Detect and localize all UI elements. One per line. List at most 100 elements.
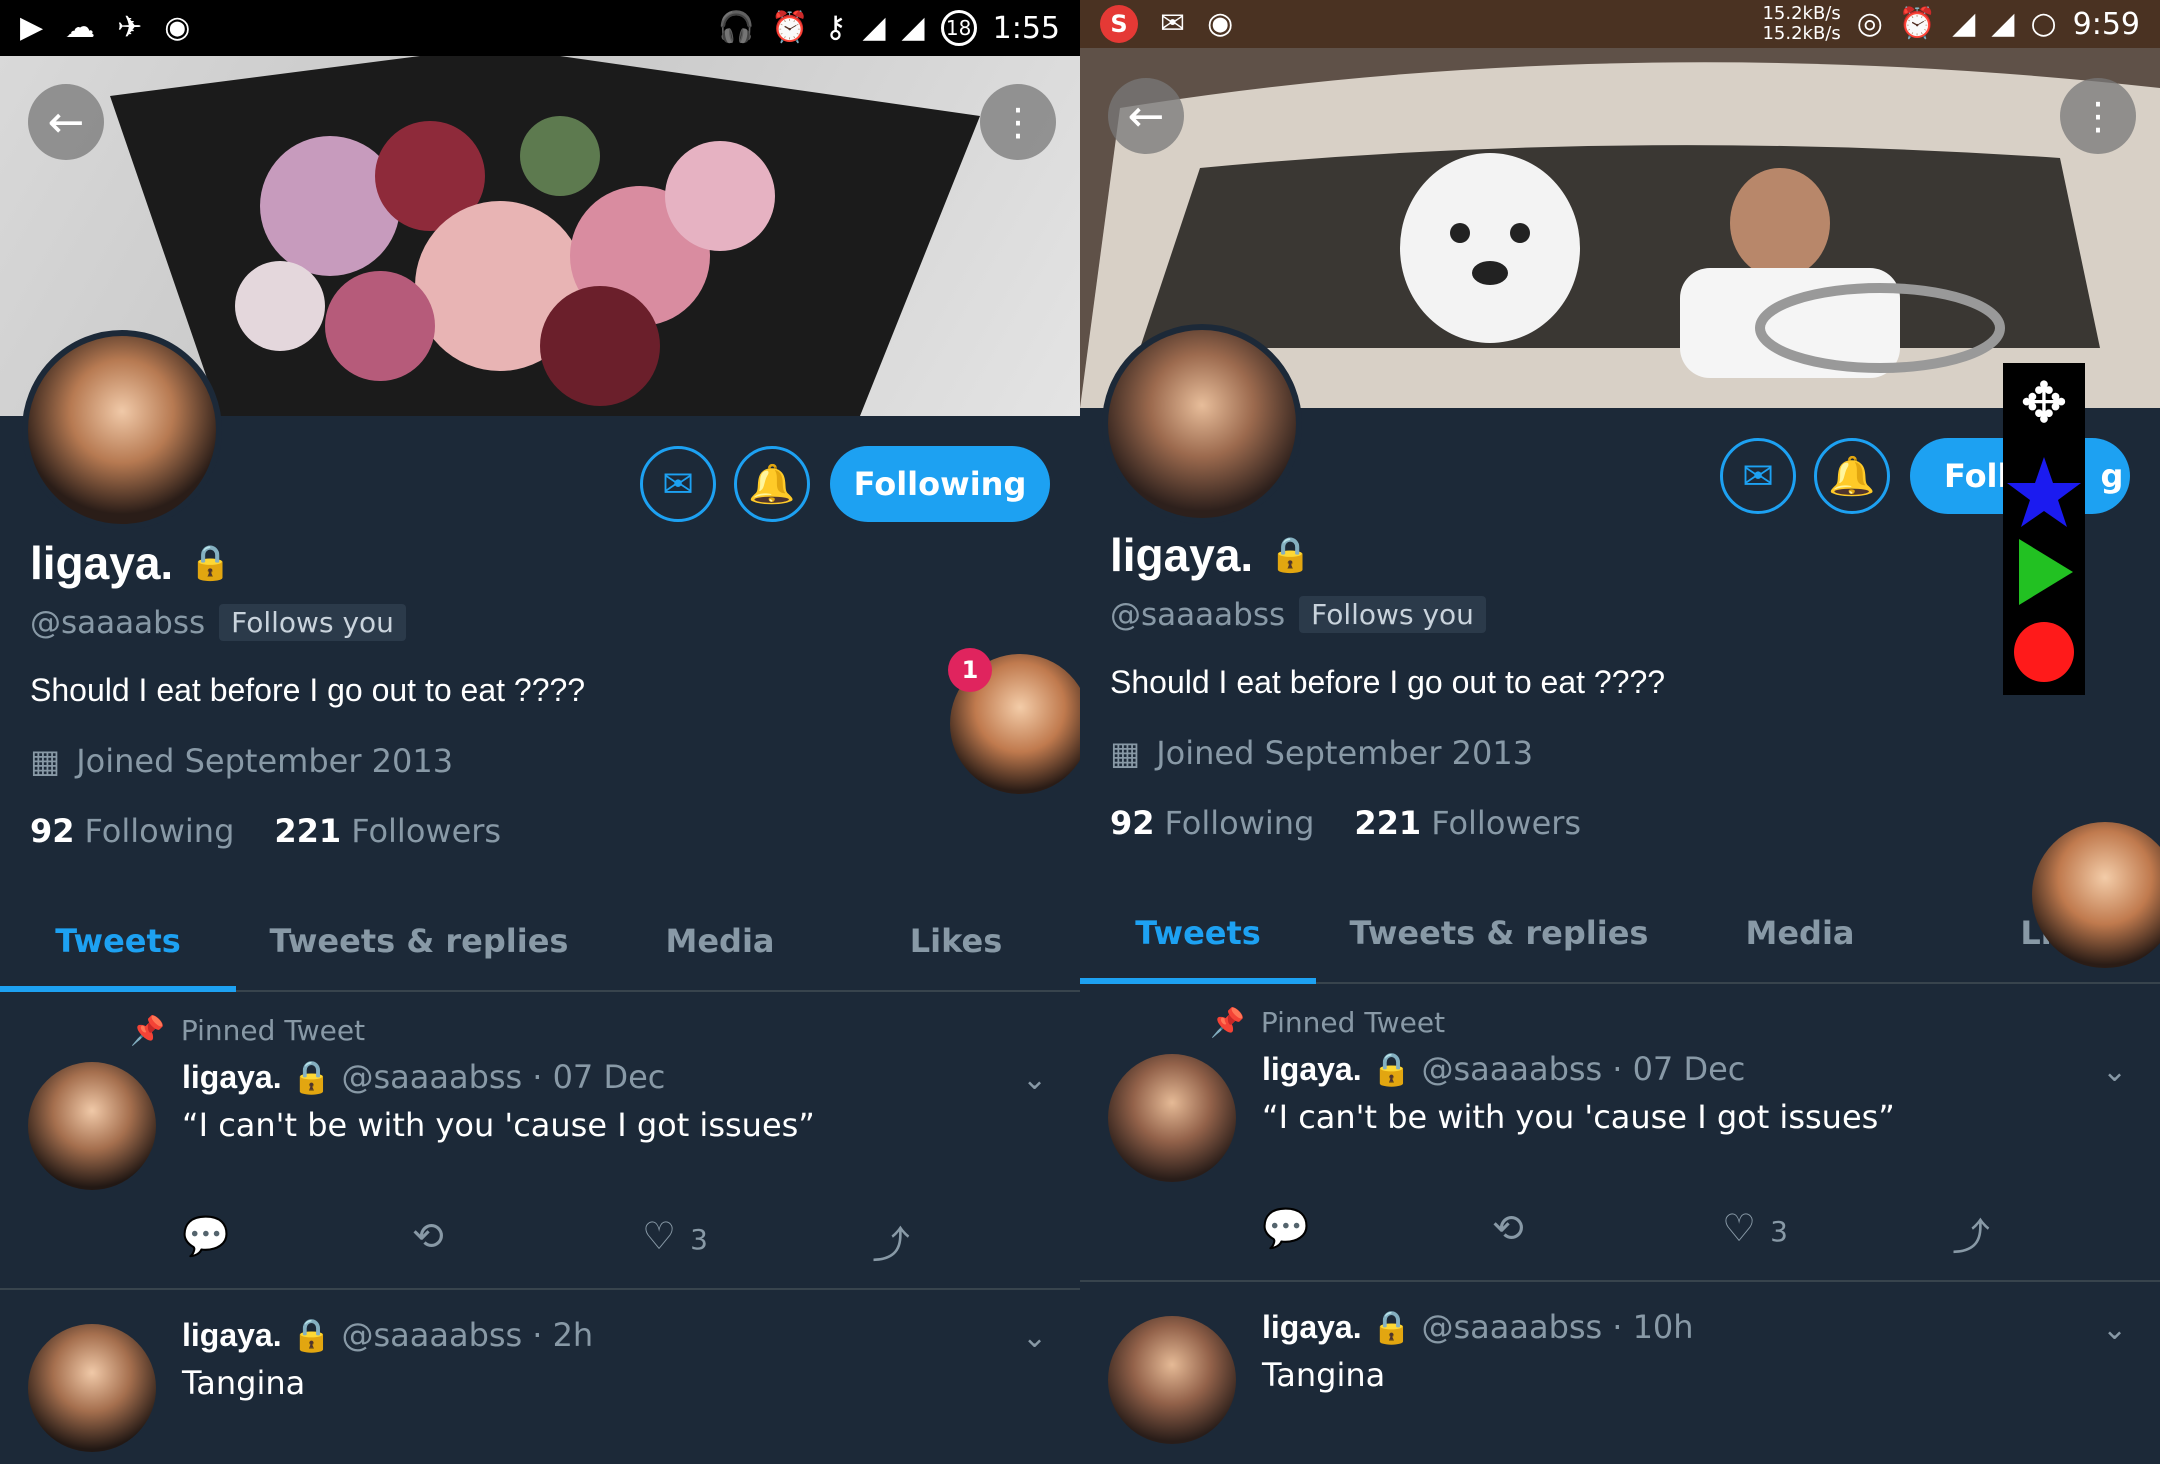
retweet-icon[interactable]: ⟲ (1492, 1206, 1722, 1261)
retweet-icon[interactable]: ⟲ (412, 1214, 642, 1269)
tweet-text: “I can't be with you 'cause I got issues… (182, 1106, 815, 1144)
tweet[interactable]: ligaya. 🔒 @saaaabss · 2h ⌄ Tangina (0, 1290, 1080, 1464)
message-button[interactable]: ✉ (640, 446, 716, 522)
tweet-pinned[interactable]: 📌 Pinned Tweet ligaya. 🔒 @saaaabss · 07 … (0, 994, 1080, 1290)
chevron-down-icon[interactable]: ⌄ (1022, 1320, 1047, 1355)
notifications-button[interactable]: 🔔 (734, 446, 810, 522)
tweet-header: ligaya. 🔒 @saaaabss · 10h (1262, 1308, 1694, 1346)
tweet-avatar[interactable] (28, 1324, 156, 1452)
pinned-label: 📌 Pinned Tweet (1210, 1006, 1446, 1039)
calendar-icon: ▦ (1110, 734, 1141, 772)
key-icon: ⚷ (824, 10, 847, 45)
clock: 9:59 (2072, 6, 2140, 42)
profile-handle-row: @saaaabss Follows you (30, 604, 406, 641)
share-icon[interactable]: ⤴ (872, 1214, 910, 1269)
reply-icon[interactable]: 💬 (182, 1214, 412, 1269)
profile-bio: Should I eat before I go out to eat ???? (30, 672, 586, 708)
profile-handle-row: @saaaabss Follows you (1110, 596, 1486, 633)
back-button[interactable]: ← (1108, 78, 1184, 154)
more-options-button[interactable]: ⋮ (980, 84, 1056, 160)
tweet-header: ligaya. 🔒 @saaaabss · 07 Dec (182, 1058, 666, 1096)
lock-icon: 🔒 (1371, 1308, 1412, 1346)
follows-you-badge: Follows you (1299, 596, 1486, 633)
move-handle-icon[interactable]: ✥ (2003, 371, 2085, 436)
reply-icon[interactable]: 💬 (1262, 1206, 1492, 1261)
play-icon[interactable] (2003, 531, 2085, 613)
followers-count[interactable]: 221 Followers (274, 812, 501, 850)
following-count[interactable]: 92 Following (30, 812, 234, 850)
back-button[interactable]: ← (28, 84, 104, 160)
followers-count[interactable]: 221 Followers (1354, 804, 1581, 842)
notifications-button[interactable]: 🔔 (1814, 438, 1890, 514)
left-screenshot: ▶ ☁ ✈ ◉ 🎧 ⏰ ⚷ ◢ ◢ 18 1:55 ← ⋮ ✉ 🔔 Follow… (0, 0, 1080, 1464)
tab-media[interactable]: Media (1682, 884, 1918, 982)
like-icon[interactable]: ♡ 3 (642, 1214, 872, 1269)
share-icon[interactable]: ⤴ (1952, 1206, 1990, 1261)
app-s-icon: S (1100, 5, 1138, 43)
tweet-avatar[interactable] (1108, 1054, 1236, 1182)
headphones-icon: 🎧 (717, 10, 756, 45)
pinned-label: 📌 Pinned Tweet (130, 1014, 366, 1047)
rocket-icon: ✈ (117, 10, 143, 45)
tab-tweets-replies[interactable]: Tweets & replies (236, 892, 602, 990)
battery-indicator: 18 (940, 10, 977, 46)
tab-tweets[interactable]: Tweets (1080, 884, 1316, 984)
joined-date: ▦ Joined September 2013 (1110, 734, 1534, 772)
alarm-icon: ⏰ (1898, 6, 1937, 41)
tweet-actions: 💬 ⟲ ♡ 3 ⤴ (1262, 1206, 1990, 1261)
chat-head-badge: 1 (948, 648, 992, 692)
lock-icon: 🔒 (291, 1058, 332, 1096)
battery-ring-icon: ○ (2030, 6, 2057, 41)
hotspot-icon: ◎ (1856, 6, 1883, 41)
profile-avatar[interactable] (22, 330, 222, 530)
calendar-icon: ▦ (30, 742, 61, 780)
tab-tweets[interactable]: Tweets (0, 892, 236, 992)
signal-icon: ◢ (862, 10, 886, 45)
profile-bio: Should I eat before I go out to eat ???? (1110, 664, 1666, 700)
pin-icon: 📌 (130, 1014, 165, 1047)
tweet-header: ligaya. 🔒 @saaaabss · 2h (182, 1316, 594, 1354)
alarm-icon: ⏰ (771, 10, 809, 45)
tweet-avatar[interactable] (1108, 1316, 1236, 1444)
tweet-actions: 💬 ⟲ ♡ 3 ⤴ (182, 1214, 910, 1269)
lock-icon: 🔒 (1371, 1050, 1412, 1088)
tweet[interactable]: ligaya. 🔒 @saaaabss · 10h ⌄ Tangina (1080, 1282, 2160, 1464)
chevron-down-icon[interactable]: ⌄ (2102, 1054, 2127, 1089)
following-button[interactable]: Following (830, 446, 1050, 522)
tweet-text: Tangina (1262, 1356, 1386, 1394)
tweet-pinned[interactable]: 📌 Pinned Tweet ligaya. 🔒 @saaaabss · 07 … (1080, 986, 2160, 1282)
lock-icon: 🔒 (1269, 536, 1312, 574)
tweet-text: Tangina (182, 1364, 306, 1402)
star-shape (2007, 457, 2081, 527)
profile-name: ligaya. 🔒 (1110, 529, 1312, 581)
right-screenshot: S ✉ ◉ 15.2kB/s15.2kB/s ◎ ⏰ ◢ ◢ ○ 9:59 ← (1080, 0, 2160, 1464)
following-count[interactable]: 92 Following (1110, 804, 1314, 842)
pin-icon: 📌 (1210, 1006, 1245, 1039)
signal-icon-2: ◢ (901, 10, 925, 45)
follow-counts: 92 Following 221 Followers (30, 812, 501, 850)
messenger-icon: ◉ (1207, 6, 1234, 41)
chevron-down-icon[interactable]: ⌄ (2102, 1312, 2127, 1347)
record-icon[interactable] (2003, 611, 2085, 693)
profile-tabs: Tweets Tweets & replies Media Li (1080, 884, 2160, 984)
screen-recorder-toolbar: ✥ (2003, 363, 2085, 695)
profile-tabs: Tweets Tweets & replies Media Likes (0, 892, 1080, 992)
tab-tweets-replies[interactable]: Tweets & replies (1316, 884, 1682, 982)
messenger-icon: ◉ (164, 10, 191, 45)
tab-likes[interactable]: Likes (838, 892, 1074, 990)
more-options-button[interactable]: ⋮ (2060, 78, 2136, 154)
joined-date: ▦ Joined September 2013 (30, 742, 454, 780)
profile-name: ligaya. 🔒 (30, 537, 232, 589)
youtube-icon: ▶ (20, 10, 44, 45)
network-speed: 15.2kB/s 15.2kB/s (1762, 3, 1841, 44)
message-button[interactable]: ✉ (1720, 438, 1796, 514)
follow-counts: 92 Following 221 Followers (1110, 804, 1581, 842)
tab-media[interactable]: Media (602, 892, 838, 990)
chevron-down-icon[interactable]: ⌄ (1022, 1062, 1047, 1097)
lock-icon: 🔒 (189, 544, 232, 582)
like-icon[interactable]: ♡ 3 (1722, 1206, 1952, 1261)
star-icon[interactable] (2003, 451, 2085, 533)
follows-you-badge: Follows you (219, 604, 406, 641)
tweet-avatar[interactable] (28, 1062, 156, 1190)
profile-avatar[interactable] (1102, 324, 1302, 524)
